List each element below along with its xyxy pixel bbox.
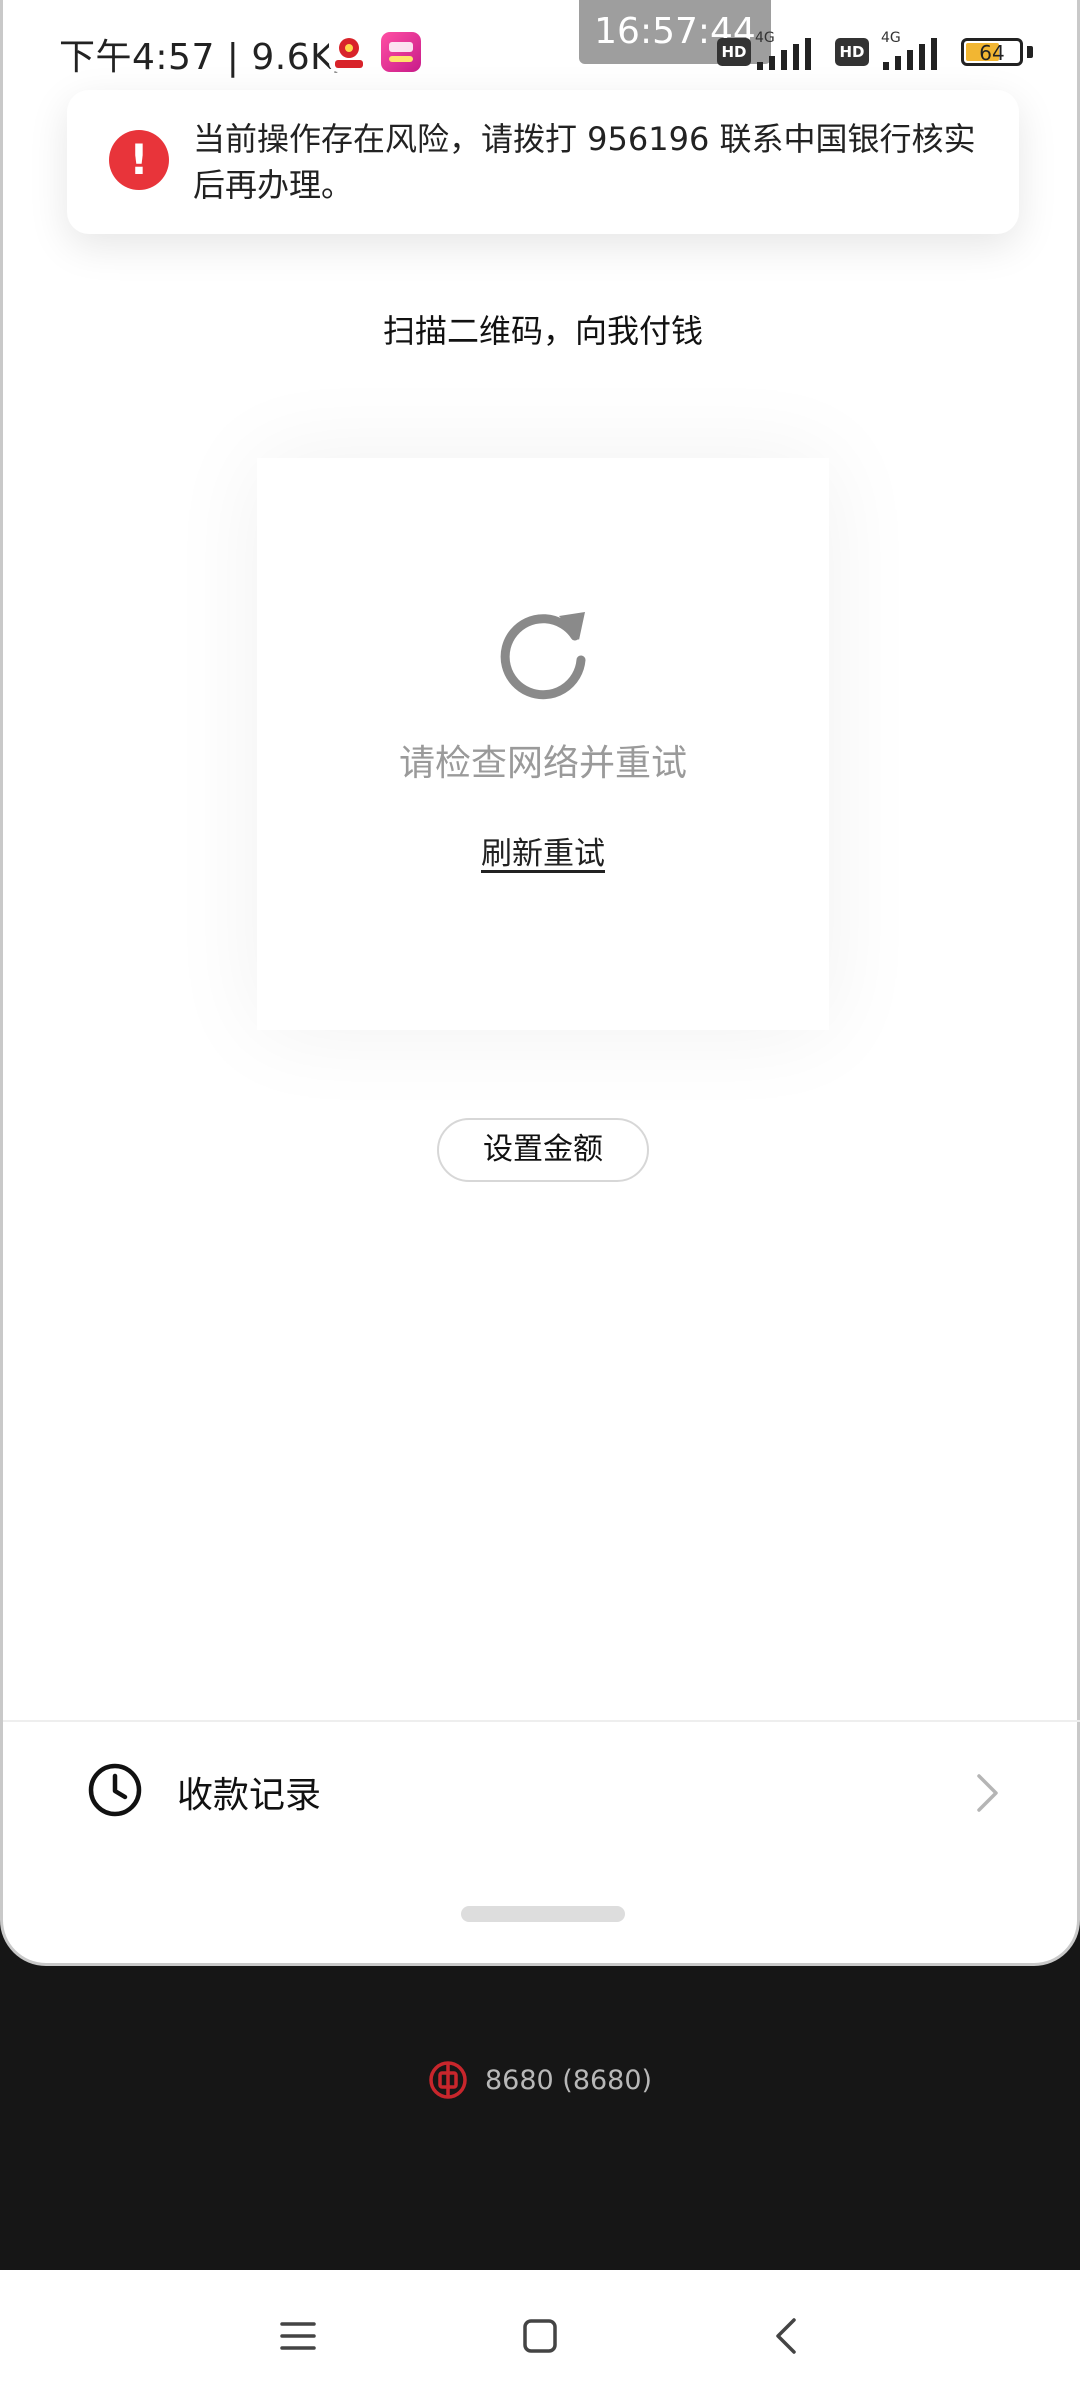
signal-icon <box>757 38 811 70</box>
page-title: 扫描二维码，向我付钱 <box>382 312 703 350</box>
status-time-speed: 下午4:57 | 9.6K/s <box>59 37 367 78</box>
account-number: 8680 (8680) <box>485 2064 653 2096</box>
refresh-retry-link[interactable]: 刷新重试 <box>257 828 829 873</box>
back-icon[interactable] <box>766 2314 810 2358</box>
risk-alert-banner: ! 当前操作存在风险，请拨打 956196 联系中国银行核实后再办理。 <box>67 90 1019 234</box>
refresh-icon <box>500 612 586 700</box>
account-info[interactable]: 8680 (8680) <box>0 2060 1080 2130</box>
home-icon[interactable] <box>518 2314 562 2358</box>
battery-icon: 64 <box>961 38 1023 66</box>
hd-badge: HD <box>835 38 869 66</box>
hd-badge: HD <box>717 38 751 66</box>
battery-level: 64 <box>979 41 1005 65</box>
status-indicators: HD 4G HD 4G 64 <box>713 30 1080 74</box>
notification-app-icon <box>329 32 369 72</box>
notification-app-icon <box>381 32 421 72</box>
exclamation-icon: ! <box>109 130 169 190</box>
qr-code-card: 请检查网络并重试 刷新重试 <box>257 458 829 1030</box>
set-amount-button[interactable]: 设置金额 <box>437 1118 649 1182</box>
boc-logo-icon <box>429 2061 467 2099</box>
battery-tip <box>1027 46 1033 58</box>
system-nav-bar <box>0 2270 1080 2400</box>
clock-icon <box>88 1763 142 1817</box>
payment-records-row[interactable]: 收款记录 <box>3 1722 1080 1858</box>
payment-records-label: 收款记录 <box>177 1775 322 1816</box>
chevron-right-icon <box>977 1774 998 1812</box>
status-bar: 下午4:57 | 9.6K/s 16:57:44 HD 4G HD 4G 64 <box>3 0 1080 100</box>
payment-sheet: 下午4:57 | 9.6K/s 16:57:44 HD 4G HD 4G 64 … <box>0 0 1080 1966</box>
risk-alert-message: 当前操作存在风险，请拨打 956196 联系中国银行核实后再办理。 <box>193 120 976 204</box>
signal-icon <box>883 38 937 70</box>
network-error-text: 请检查网络并重试 <box>398 743 687 784</box>
sheet-handle[interactable] <box>461 1906 625 1922</box>
menu-icon[interactable] <box>276 2314 320 2358</box>
